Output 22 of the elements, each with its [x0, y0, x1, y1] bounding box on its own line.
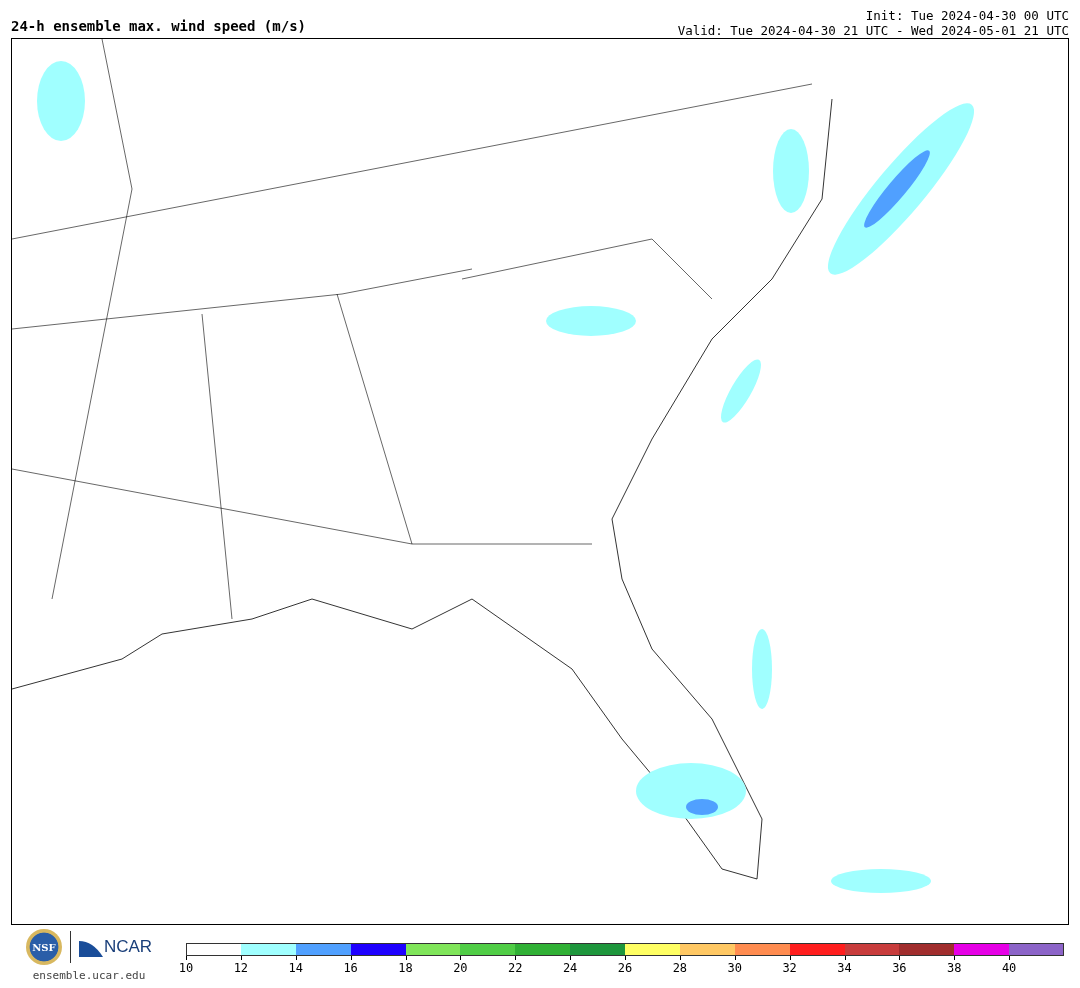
legend-label: 10 [178, 961, 194, 975]
legend-label: 20 [453, 961, 468, 975]
org-logo: NCAR [78, 937, 153, 957]
legend-label: 26 [617, 961, 633, 975]
legend-label: 16 [343, 961, 358, 975]
legend-label: 12 [233, 961, 249, 975]
legend-label: 30 [727, 961, 742, 975]
legend-label: 28 [672, 961, 688, 975]
seal-logo: NSF [25, 929, 62, 965]
legend-label: 24 [562, 961, 578, 975]
legend-label: 32 [782, 961, 797, 975]
init-time: Init: Tue 2024-04-30 00 UTC [865, 8, 1069, 23]
legend-label: 40 [1001, 961, 1017, 975]
legend-label: 18 [398, 961, 413, 975]
valid-time: Valid: Tue 2024-04-30 21 UTC - Wed 2024-05-01 21 UTC [677, 23, 1069, 38]
legend-label: 34 [837, 961, 852, 975]
legend-label: 36 [892, 961, 907, 975]
site-url: ensemble.ucar.edu [32, 969, 146, 982]
chart-title: 24-h ensemble max. wind speed (m/s) [11, 18, 306, 34]
legend-label: 22 [508, 961, 523, 975]
legend-label: 38 [947, 961, 962, 975]
legend-label: 14 [288, 961, 303, 975]
